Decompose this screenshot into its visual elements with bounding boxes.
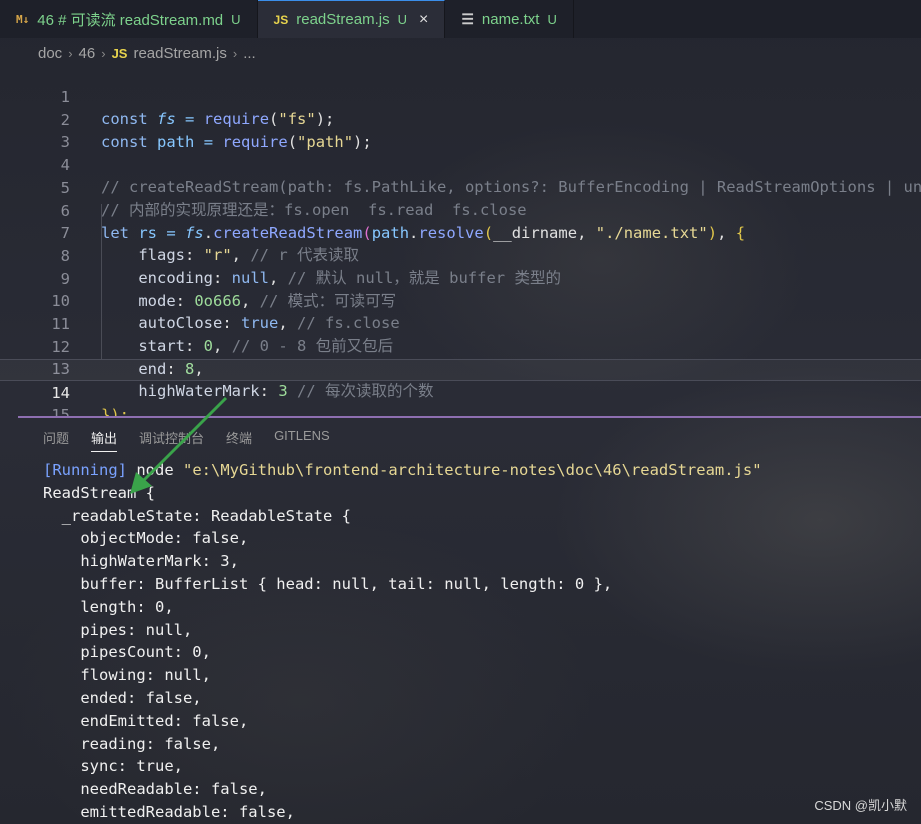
javascript-icon: JS (273, 12, 289, 27)
chevron-right-icon: › (101, 45, 106, 61)
code-line[interactable]: 9 mode: 0o666, // 模式：可读可写 (0, 246, 921, 310)
tab-readstream-md[interactable]: M↓ 46 # 可读流 readStream.md U (0, 0, 258, 38)
output-line: pipes: null, (43, 620, 193, 639)
breadcrumb: doc › 46 › JS readStream.js › ... (38, 42, 256, 64)
breadcrumb-more[interactable]: ... (243, 45, 256, 62)
tab-label: readStream.js (296, 11, 390, 28)
code-line[interactable]: 3 (0, 109, 921, 151)
file-icon: ☰ (461, 10, 474, 27)
output-line: pipesCount: 0, (43, 643, 211, 662)
output-line: flowing: null, (43, 666, 211, 685)
breadcrumb-46[interactable]: 46 (79, 45, 96, 62)
output-line: ended: false, (43, 688, 202, 707)
output-line: endEmitted: false, (43, 711, 249, 730)
output-line: emittedReadable: false, (43, 802, 295, 821)
output-line: sync: true, (43, 757, 183, 776)
code-line-current[interactable]: 14 }); (0, 359, 921, 416)
code-line[interactable]: 13 highWaterMark: 3 // 每次读取的个数 (0, 336, 921, 400)
code-line[interactable]: 1 const fs = require("fs"); (0, 64, 921, 128)
output-line: buffer: BufferList { head: null, tail: n… (43, 574, 613, 593)
markdown-icon: M↓ (16, 12, 30, 26)
untracked-badge: U (231, 11, 241, 27)
output-line: _readableState: ReadableState { (43, 506, 351, 525)
code-line[interactable]: 8 encoding: null, // 默认 null，就是 buffer 类… (0, 223, 921, 287)
code-line[interactable]: 5 // 内部的实现原理还是：fs.open fs.read fs.close (0, 155, 921, 219)
output-log[interactable]: [Running] node "e:\MyGithub\frontend-arc… (43, 459, 921, 824)
breadcrumb-doc[interactable]: doc (38, 45, 62, 62)
output-line: reading: false, (43, 734, 221, 753)
annotation-arrow-icon (130, 396, 228, 494)
chevron-right-icon: › (232, 45, 238, 61)
untracked-badge: U (397, 12, 407, 27)
tab-name-txt[interactable]: ☰ name.txt U (445, 0, 574, 38)
tab-label: 46 # 可读流 readStream.md (37, 11, 224, 29)
code-line[interactable]: 2 const path = require("path"); (0, 87, 921, 151)
watermark: CSDN @凯小默 (814, 798, 907, 813)
code-line[interactable]: 7 flags: "r", // r 代表读取 (0, 200, 921, 264)
tab-problems[interactable]: 问题 (43, 428, 69, 452)
code-line[interactable]: 10 autoClose: true, // fs.close (0, 268, 921, 332)
tab-gitlens[interactable]: GITLENS (274, 428, 330, 452)
code-line[interactable]: 4 // createReadStream(path: fs.PathLike,… (0, 132, 921, 196)
breadcrumb-file[interactable]: readStream.js (133, 45, 226, 62)
close-icon[interactable]: × (419, 11, 428, 29)
tab-output[interactable]: 输出 (91, 428, 118, 452)
tab-readstream-js[interactable]: JS readStream.js U × (257, 0, 446, 38)
code-line[interactable]: 11 start: 0, // 0 - 8 包前又包后 (0, 291, 921, 355)
untracked-badge: U (547, 11, 557, 27)
javascript-icon: JS (111, 45, 128, 61)
tab-bar-empty (574, 0, 921, 38)
output-line: highWaterMark: 3, (43, 552, 239, 571)
code-editor[interactable]: 1 const fs = require("fs"); 2 const path… (0, 64, 921, 416)
output-line: length: 0, (43, 597, 174, 616)
output-line: objectMode: false, (43, 529, 249, 548)
chevron-right-icon: › (68, 45, 73, 61)
tab-label: name.txt (481, 10, 540, 28)
tab-bar: M↓ 46 # 可读流 readStream.md U JS readStrea… (0, 0, 921, 38)
code-line[interactable]: 6 let rs = fs.createReadStream(path.reso… (0, 178, 921, 242)
output-line: needReadable: false, (43, 780, 267, 799)
code-line[interactable]: 12 end: 8, (0, 314, 921, 378)
